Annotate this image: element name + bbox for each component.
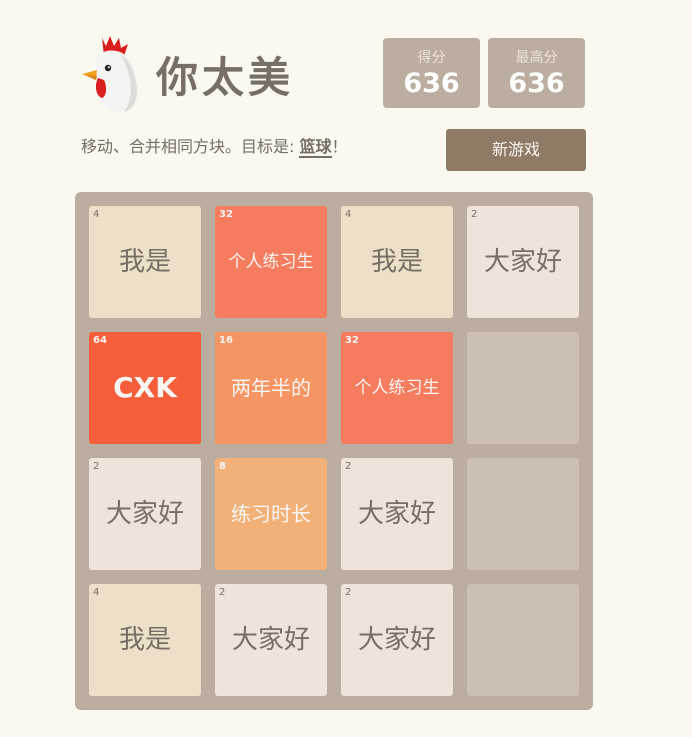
rooster-icon	[82, 36, 138, 112]
tile-label: 练习时长	[231, 502, 311, 526]
tile-label: 两年半的	[231, 376, 311, 400]
tile-value: 2	[219, 587, 226, 598]
empty-cell	[467, 332, 579, 444]
tile-label: 我是	[118, 625, 171, 655]
empty-cell	[467, 584, 579, 696]
game-title: 你太美	[156, 53, 295, 102]
game-board: 4 我是 32 个人练习生 4 我是 2 大家好 64 CXK 16 两年半的 32 个人练习生 2 大家好 8…	[75, 192, 593, 710]
tile-value: 2	[345, 587, 352, 598]
tile-value: 2	[471, 209, 478, 220]
tile: 32 个人练习生	[215, 206, 327, 318]
tile: 2 大家好	[341, 584, 453, 696]
goal-text: 篮球	[299, 137, 332, 158]
tile-label: 个人练习生	[354, 378, 440, 398]
score-value: 636	[403, 68, 460, 99]
tile-label: 大家好	[357, 499, 436, 529]
tile-value: 2	[93, 461, 100, 472]
tile-value: 16	[219, 335, 233, 346]
tile-label: 大家好	[357, 625, 436, 655]
tile-value: 4	[93, 587, 100, 598]
tile: 2 大家好	[341, 458, 453, 570]
tile-label: CXK	[113, 371, 177, 404]
tile-value: 4	[93, 209, 100, 220]
empty-cell	[467, 458, 579, 570]
tile-label: 个人练习生	[228, 252, 314, 272]
tile-value: 32	[345, 335, 359, 346]
tile: 2 大家好	[467, 206, 579, 318]
game-intro: 移动、合并相同方块。目标是: 篮球！	[81, 136, 348, 158]
tile: 32 个人练习生	[341, 332, 453, 444]
tile: 2 大家好	[215, 584, 327, 696]
tile-value: 2	[345, 461, 352, 472]
game-page: 你太美 得分 636 最高分 636 移动、合并相同方块。目标是: 篮球！ 新游…	[0, 0, 692, 737]
tile: 4 我是	[89, 584, 201, 696]
new-game-button[interactable]: 新游戏	[446, 129, 586, 171]
tile-label: 大家好	[105, 499, 184, 529]
best-score-box: 最高分 636	[488, 38, 585, 108]
tile-value: 4	[345, 209, 352, 220]
tile: 8 练习时长	[215, 458, 327, 570]
intro-end: ！	[331, 137, 348, 156]
score-label: 得分	[417, 50, 446, 66]
tile: 64 CXK	[89, 332, 201, 444]
tile-label: 我是	[370, 247, 423, 277]
score-box: 得分 636	[383, 38, 480, 108]
best-score-value: 636	[508, 68, 565, 99]
intro-text: 移动、合并相同方块。目标是:	[81, 137, 300, 156]
tile-value: 32	[219, 209, 233, 220]
header: 你太美 得分 636 最高分 636	[80, 34, 590, 114]
tile-value: 8	[219, 461, 226, 472]
best-score-label: 最高分	[515, 50, 558, 66]
tile-label: 大家好	[231, 625, 310, 655]
tile: 4 我是	[341, 206, 453, 318]
tile-label: 大家好	[483, 247, 562, 277]
tile: 2 大家好	[89, 458, 201, 570]
tile: 16 两年半的	[215, 332, 327, 444]
tile-value: 64	[93, 335, 107, 346]
tile: 4 我是	[89, 206, 201, 318]
tile-label: 我是	[118, 247, 171, 277]
